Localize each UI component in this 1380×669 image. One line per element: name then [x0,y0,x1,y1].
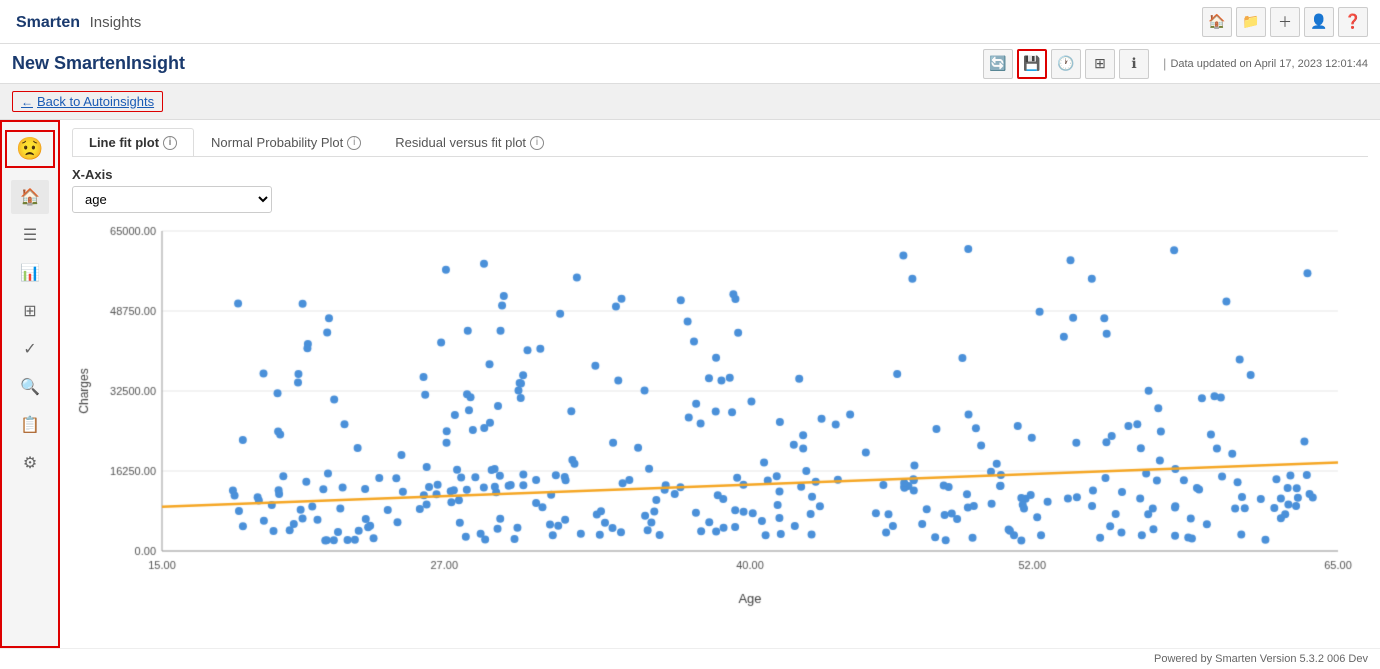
back-arrow-icon: ← [21,95,33,109]
save-button[interactable]: 💾 [1017,49,1047,79]
add-button[interactable]: ＋ [1270,7,1300,37]
main-layout: 😟 🏠 ☰ 📊 ⊞ ✓ 🔍 📋 ⚙ Line fit plot i Normal… [0,120,1380,648]
tab-residual-info[interactable]: i [530,136,544,150]
tab-residual[interactable]: Residual versus fit plot i [378,128,561,156]
sidebar-item-analytics[interactable]: 🔍 [11,370,49,404]
tab-line-fit[interactable]: Line fit plot i [72,128,194,156]
grid-view-button[interactable]: ⊞ [1085,49,1115,79]
chart-controls: X-Axis age bmi children smoker region se… [72,167,1368,213]
smiley-icon: 😟 [16,136,43,162]
back-to-autoinsights[interactable]: ← Back to Autoinsights [12,91,163,112]
page-title: New SmartenInsight [12,53,185,74]
sidebar: 😟 🏠 ☰ 📊 ⊞ ✓ 🔍 📋 ⚙ [0,120,60,648]
header: Smarten Insights 🏠 📁 ＋ 👤 ❓ [0,0,1380,44]
refresh-button[interactable]: 🔄 [983,49,1013,79]
folder-button[interactable]: 📁 [1236,7,1266,37]
data-updated: Data updated on April 17, 2023 12:01:44 [1170,58,1368,70]
sidebar-item-grid[interactable]: ⊞ [11,294,49,328]
sidebar-item-chart[interactable]: 📊 [11,256,49,290]
title-bar: New SmartenInsight 🔄 💾 🕐 ⊞ ℹ | Data upda… [0,44,1380,84]
sidebar-item-home[interactable]: 🏠 [11,180,49,214]
sidebar-item-table[interactable]: 📋 [11,408,49,442]
sidebar-top: 😟 [5,130,55,168]
x-axis-dropdown[interactable]: age bmi children smoker region sex [72,186,272,213]
sidebar-item-list[interactable]: ☰ [11,218,49,252]
history-button[interactable]: 🕐 [1051,49,1081,79]
tab-bar: Line fit plot i Normal Probability Plot … [72,128,1368,157]
tab-residual-label: Residual versus fit plot [395,135,526,150]
logo-bold: Smarten [16,14,80,31]
help-button[interactable]: ❓ [1338,7,1368,37]
x-axis-label: X-Axis [72,167,1368,182]
tab-line-fit-label: Line fit plot [89,135,159,150]
footer-text: Powered by Smarten Version 5.3.2 006 Dev [1154,653,1368,665]
tab-normal-prob[interactable]: Normal Probability Plot i [194,128,378,156]
logo-light: Insights [90,14,142,31]
line-fit-chart [72,221,1368,611]
sidebar-item-check[interactable]: ✓ [11,332,49,366]
chart-container [72,221,1368,641]
back-label: Back to Autoinsights [37,94,154,109]
user-button[interactable]: 👤 [1304,7,1334,37]
nav-bar: ← Back to Autoinsights [0,84,1380,120]
home-button[interactable]: 🏠 [1202,7,1232,37]
tab-normal-prob-info[interactable]: i [347,136,361,150]
info-button[interactable]: ℹ [1119,49,1149,79]
tab-line-fit-info[interactable]: i [163,136,177,150]
header-actions: 🏠 📁 ＋ 👤 ❓ [1202,7,1368,37]
sidebar-item-settings[interactable]: ⚙ [11,446,49,480]
footer: Powered by Smarten Version 5.3.2 006 Dev [0,648,1380,669]
tab-normal-prob-label: Normal Probability Plot [211,135,343,150]
content-area: Line fit plot i Normal Probability Plot … [60,120,1380,648]
logo: Smarten Insights [12,10,141,33]
